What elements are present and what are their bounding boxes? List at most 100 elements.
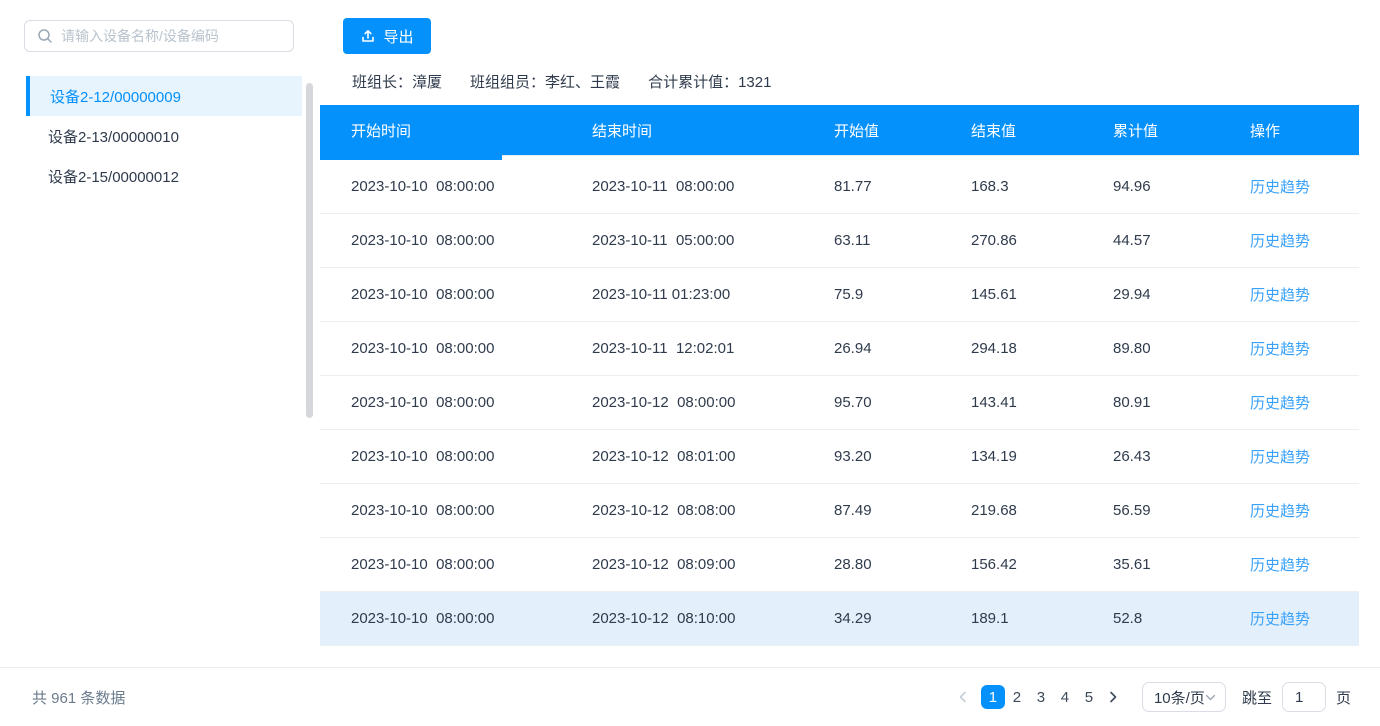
device-sidebar: 设备2-12/00000009 设备2-13/00000010 设备2-15/0… xyxy=(0,0,315,667)
cell-end-value: 219.68 xyxy=(940,502,1082,519)
page-button-2[interactable]: 2 xyxy=(1005,685,1029,709)
history-trend-link[interactable]: 历史趋势 xyxy=(1250,557,1310,574)
cell-end-value: 168.3 xyxy=(940,178,1082,195)
page-button-1[interactable]: 1 xyxy=(981,685,1005,709)
export-button[interactable]: 导出 xyxy=(343,18,431,54)
cell-end-time: 2023-10-11 08:00:00 xyxy=(561,178,803,195)
device-search-input[interactable] xyxy=(61,28,281,44)
cell-end-value: 294.18 xyxy=(940,340,1082,357)
cell-cumulative-value: 89.80 xyxy=(1082,340,1219,357)
cell-end-time: 2023-10-12 08:01:00 xyxy=(561,448,803,465)
sidebar-scrollbar-thumb[interactable] xyxy=(306,83,313,418)
page-button-3[interactable]: 3 xyxy=(1029,685,1053,709)
cell-start-value: 87.49 xyxy=(803,502,940,519)
device-item-label: 设备2-15/00000012 xyxy=(48,166,179,187)
table-row: 2023-10-10 08:00:00 2023-10-11 08:00:00 … xyxy=(320,160,1359,214)
history-trend-link[interactable]: 历史趋势 xyxy=(1250,341,1310,358)
cell-start-time: 2023-10-10 08:00:00 xyxy=(320,232,561,249)
history-trend-link[interactable]: 历史趋势 xyxy=(1250,179,1310,196)
cell-cumulative-value: 94.96 xyxy=(1082,178,1219,195)
team-info-line: 班组长：漳厦 班组组员：李红、王霞 合计累计值：1321 xyxy=(352,71,771,92)
col-header-end-value: 结束值 xyxy=(940,120,1082,141)
page-size-select[interactable]: 10条/页 xyxy=(1142,682,1226,712)
device-item-2-15[interactable]: 设备2-15/00000012 xyxy=(26,156,302,196)
team-members: 班组组员：李红、王霞 xyxy=(470,71,620,92)
cell-end-value: 156.42 xyxy=(940,556,1082,573)
cumulative-total: 合计累计值：1321 xyxy=(648,71,771,92)
col-header-cumulative-value: 累计值 xyxy=(1082,120,1219,141)
page-button-5[interactable]: 5 xyxy=(1077,685,1101,709)
cell-start-time: 2023-10-10 08:00:00 xyxy=(320,178,561,195)
cell-start-time: 2023-10-10 08:00:00 xyxy=(320,340,561,357)
device-item-2-13[interactable]: 设备2-13/00000010 xyxy=(26,116,302,156)
cell-start-time: 2023-10-10 08:00:00 xyxy=(320,394,561,411)
jump-to-label: 跳至 xyxy=(1242,687,1272,708)
page-size-value: 10条/页 xyxy=(1154,687,1205,708)
cell-end-value: 145.61 xyxy=(940,286,1082,303)
table-row: 2023-10-10 08:00:00 2023-10-11 12:02:01 … xyxy=(320,322,1359,376)
export-icon xyxy=(360,28,376,44)
cell-start-value: 95.70 xyxy=(803,394,940,411)
cell-start-value: 93.20 xyxy=(803,448,940,465)
pagination: 1 2 3 4 5 10条/页 跳至 页 xyxy=(951,682,1351,712)
cell-cumulative-value: 52.8 xyxy=(1082,610,1219,627)
history-trend-link[interactable]: 历史趋势 xyxy=(1250,611,1310,628)
history-trend-link[interactable]: 历史趋势 xyxy=(1250,503,1310,520)
table-footer: 共 961 条数据 1 2 3 4 5 10条/页 xyxy=(0,667,1380,726)
cell-cumulative-value: 56.59 xyxy=(1082,502,1219,519)
cell-end-time: 2023-10-11 05:00:00 xyxy=(561,232,803,249)
history-trend-link[interactable]: 历史趋势 xyxy=(1250,233,1310,250)
cell-start-value: 63.11 xyxy=(803,232,940,249)
table-row: 2023-10-10 08:00:00 2023-10-12 08:01:00 … xyxy=(320,430,1359,484)
cell-end-time: 2023-10-12 08:00:00 xyxy=(561,394,803,411)
table-row: 2023-10-10 08:00:00 2023-10-12 08:09:00 … xyxy=(320,538,1359,592)
history-trend-link[interactable]: 历史趋势 xyxy=(1250,449,1310,466)
cell-cumulative-value: 29.94 xyxy=(1082,286,1219,303)
cell-start-value: 34.29 xyxy=(803,610,940,627)
next-page-button[interactable] xyxy=(1101,685,1125,709)
cell-end-value: 270.86 xyxy=(940,232,1082,249)
device-item-label: 设备2-12/00000009 xyxy=(50,86,181,107)
device-item-2-12[interactable]: 设备2-12/00000009 xyxy=(26,76,302,116)
table-row: 2023-10-10 08:00:00 2023-10-12 08:00:00 … xyxy=(320,376,1359,430)
cell-end-value: 143.41 xyxy=(940,394,1082,411)
col-header-end-time: 结束时间 xyxy=(561,120,803,141)
table-row-hovered: 2023-10-10 08:00:00 2023-10-12 08:10:00 … xyxy=(320,592,1359,646)
table-row: 2023-10-10 08:00:00 2023-10-12 08:08:00 … xyxy=(320,484,1359,538)
cell-end-time: 2023-10-12 08:09:00 xyxy=(561,556,803,573)
prev-page-button[interactable] xyxy=(951,685,975,709)
history-trend-link[interactable]: 历史趋势 xyxy=(1250,287,1310,304)
cell-end-time: 2023-10-11 01:23:00 xyxy=(561,286,803,303)
cell-start-time: 2023-10-10 08:00:00 xyxy=(320,556,561,573)
jump-page-input[interactable] xyxy=(1282,682,1326,712)
cell-start-time: 2023-10-10 08:00:00 xyxy=(320,610,561,627)
col-header-actions: 操作 xyxy=(1219,120,1359,141)
cell-start-value: 26.94 xyxy=(803,340,940,357)
cell-cumulative-value: 44.57 xyxy=(1082,232,1219,249)
cell-start-time: 2023-10-10 08:00:00 xyxy=(320,286,561,303)
table-body: 2023-10-10 08:00:00 2023-10-11 08:00:00 … xyxy=(320,160,1359,646)
chevron-right-icon xyxy=(1107,691,1119,703)
cell-end-time: 2023-10-11 12:02:01 xyxy=(561,340,803,357)
col-header-start-value: 开始值 xyxy=(803,120,940,141)
main-content: 导出 班组长：漳厦 班组组员：李红、王霞 合计累计值：1321 开始时间 结束时… xyxy=(320,0,1359,667)
page-button-4[interactable]: 4 xyxy=(1053,685,1077,709)
history-trend-link[interactable]: 历史趋势 xyxy=(1250,395,1310,412)
cell-start-time: 2023-10-10 08:00:00 xyxy=(320,448,561,465)
col-header-start-time: 开始时间 xyxy=(320,120,561,141)
cell-cumulative-value: 80.91 xyxy=(1082,394,1219,411)
search-icon xyxy=(37,28,53,44)
chevron-left-icon xyxy=(957,691,969,703)
cell-start-time: 2023-10-10 08:00:00 xyxy=(320,502,561,519)
device-list: 设备2-12/00000009 设备2-13/00000010 设备2-15/0… xyxy=(26,76,302,196)
cell-end-value: 134.19 xyxy=(940,448,1082,465)
cell-cumulative-value: 35.61 xyxy=(1082,556,1219,573)
total-records-text: 共 961 条数据 xyxy=(32,687,125,708)
device-search-box[interactable] xyxy=(24,20,294,52)
cell-end-time: 2023-10-12 08:08:00 xyxy=(561,502,803,519)
cell-end-value: 189.1 xyxy=(940,610,1082,627)
device-item-label: 设备2-13/00000010 xyxy=(48,126,179,147)
cell-start-value: 81.77 xyxy=(803,178,940,195)
cell-cumulative-value: 26.43 xyxy=(1082,448,1219,465)
jump-page-suffix: 页 xyxy=(1336,687,1351,708)
